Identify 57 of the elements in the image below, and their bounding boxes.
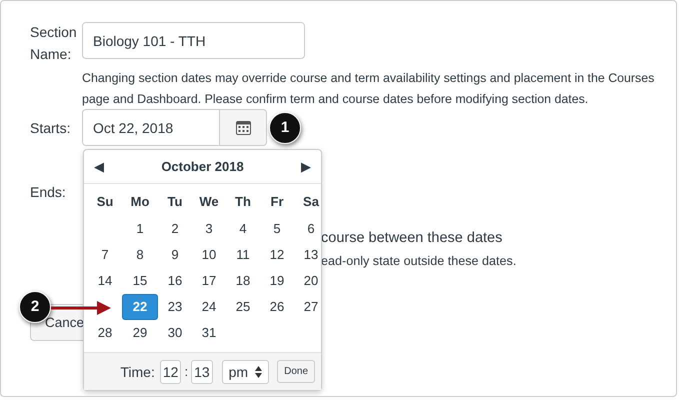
notice-text: Changing section dates may override course and term availability settings and placement in the Courses page and Dashboard. Please confirm term and course dates before modifying section dates.: [82, 70, 656, 108]
next-month-button[interactable]: ▶: [301, 158, 311, 174]
help-text: ead-only state outside these dates.: [321, 254, 518, 268]
minute-field[interactable]: 13: [191, 360, 213, 384]
calendar-day[interactable]: 3: [192, 217, 226, 241]
calendar-day[interactable]: 8: [123, 243, 157, 267]
calendar-day[interactable]: 27: [294, 295, 328, 319]
start-date-field[interactable]: Oct 22, 2018: [82, 109, 220, 146]
calendar-day[interactable]: 22: [122, 294, 158, 320]
calendar-day[interactable]: 30: [158, 321, 192, 345]
done-button[interactable]: Done: [277, 360, 315, 383]
calendar-day[interactable]: 19: [260, 269, 294, 293]
time-label: Time:: [120, 364, 155, 380]
month-title: October 2018: [161, 159, 244, 174]
arrow-icon: [51, 301, 111, 315]
calendar-day[interactable]: 31: [192, 321, 226, 345]
calendar-day[interactable]: 15: [123, 269, 157, 293]
field-label: Ends:: [30, 183, 67, 202]
calendar-day[interactable]: 2: [158, 217, 192, 241]
calendar-day[interactable]: 9: [158, 243, 192, 267]
calendar-day[interactable]: 10: [192, 243, 226, 267]
calendar-day[interactable]: 20: [294, 269, 328, 293]
calendar-day[interactable]: 24: [192, 295, 226, 319]
weekday-header: We: [198, 192, 220, 210]
calendar-day[interactable]: 23: [158, 295, 192, 319]
calendar-day[interactable]: 29: [123, 321, 157, 345]
time-separator: :: [184, 364, 188, 379]
calendar-day[interactable]: 4: [226, 217, 260, 241]
hour-field[interactable]: 12: [160, 360, 182, 384]
calendar-day[interactable]: 14: [88, 269, 122, 293]
section-name-field[interactable]: Biology 101 - TTH: [82, 22, 305, 59]
calendar-day[interactable]: 12: [260, 243, 294, 267]
ampm-select[interactable]: pm: [222, 360, 270, 384]
weekday-header: Su: [96, 192, 114, 210]
field-label: Starts:: [30, 118, 72, 138]
field-label: Section Name:: [30, 23, 78, 64]
callout-badge: 1: [269, 112, 301, 144]
checkbox-label: course between these dates: [321, 230, 504, 246]
calendar-day[interactable]: 7: [88, 243, 122, 267]
calendar-icon: [236, 120, 250, 135]
calendar-button[interactable]: [220, 109, 267, 146]
calendar-day[interactable]: 26: [260, 295, 294, 319]
weekday-header: Fr: [270, 192, 284, 210]
calendar-day[interactable]: 25: [226, 295, 260, 319]
calendar-day[interactable]: 18: [226, 269, 260, 293]
calendar-day[interactable]: 5: [260, 217, 294, 241]
weekday-header: Mo: [130, 192, 150, 210]
weekday-header: Th: [234, 192, 252, 210]
calendar-day[interactable]: 11: [226, 243, 260, 267]
previous-month-button[interactable]: ◀: [94, 158, 104, 174]
calendar-day[interactable]: 1: [123, 217, 157, 241]
calendar-day[interactable]: 28: [88, 321, 122, 345]
calendar-day[interactable]: 17: [192, 269, 226, 293]
weekday-header: Sa: [302, 192, 320, 210]
weekday-header: Tu: [166, 192, 184, 210]
up-down-arrows-icon: [255, 366, 262, 378]
calendar-day[interactable]: 16: [158, 269, 192, 293]
